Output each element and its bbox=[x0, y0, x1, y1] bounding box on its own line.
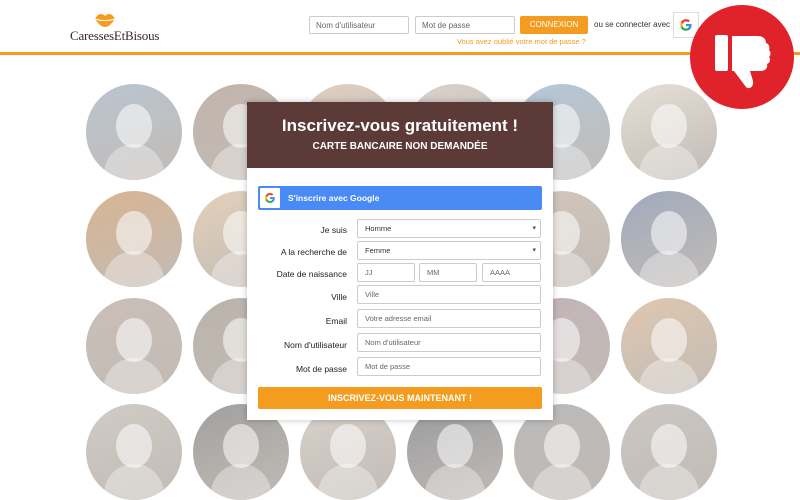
google-icon-box bbox=[260, 188, 280, 208]
birth-year-field[interactable]: AAAA bbox=[482, 263, 541, 282]
username-input[interactable] bbox=[309, 16, 409, 34]
signup-username-field[interactable]: Nom d'utilisateur bbox=[357, 333, 541, 352]
je-suis-value: Homme bbox=[365, 224, 392, 233]
site-header: CaressesEtBisous CONNEXION ou se connect… bbox=[0, 0, 800, 55]
signup-password-field[interactable]: Mot de passe bbox=[357, 357, 541, 376]
google-signup-button[interactable]: S'inscrire avec Google bbox=[258, 186, 542, 210]
email-field[interactable]: Votre adresse email bbox=[357, 309, 541, 328]
google-icon bbox=[265, 193, 275, 203]
label-username: Nom d'utilisateur bbox=[283, 340, 347, 350]
login-button[interactable]: CONNEXION bbox=[520, 16, 588, 34]
site-logo[interactable]: CaressesEtBisous bbox=[70, 12, 170, 46]
signup-title: Inscrivez-vous gratuitement ! bbox=[281, 116, 519, 135]
chevron-down-icon: ▾ bbox=[532, 225, 536, 232]
chevron-down-icon: ▾ bbox=[532, 247, 536, 254]
signup-submit-button[interactable]: INSCRIVEZ-VOUS MAINTENANT ! bbox=[258, 387, 542, 409]
label-naissance: Date de naissance bbox=[276, 269, 347, 279]
forgot-password-link[interactable]: Vous avez oublié votre mot de passe ? bbox=[457, 37, 586, 46]
thumbs-down-icon bbox=[715, 35, 771, 89]
recherche-select[interactable]: Femme ▾ bbox=[357, 241, 541, 260]
logo-text: CaressesEtBisous bbox=[70, 28, 160, 43]
signup-header: Inscrivez-vous gratuitement ! CARTE BANC… bbox=[247, 102, 553, 168]
recherche-value: Femme bbox=[365, 246, 391, 255]
signup-card: Inscrivez-vous gratuitement ! CARTE BANC… bbox=[247, 102, 553, 420]
birth-month-field[interactable]: MM bbox=[419, 263, 477, 282]
google-signup-label: S'inscrire avec Google bbox=[288, 193, 380, 203]
password-input[interactable] bbox=[415, 16, 515, 34]
thumbs-down-badge bbox=[690, 5, 794, 109]
or-connect-text: ou se connecter avec bbox=[594, 20, 671, 29]
label-ville: Ville bbox=[331, 292, 347, 302]
label-je-suis: Je suis bbox=[320, 225, 347, 235]
signup-subtitle: CARTE BANCAIRE NON DEMANDÉE bbox=[312, 141, 488, 152]
label-email: Email bbox=[325, 316, 347, 326]
birth-day-field[interactable]: JJ bbox=[357, 263, 415, 282]
lips-icon bbox=[94, 14, 116, 27]
je-suis-select[interactable]: Homme ▾ bbox=[357, 219, 541, 238]
ville-field[interactable]: Ville bbox=[357, 285, 541, 304]
label-recherche: A la recherche de bbox=[280, 247, 347, 257]
label-password: Mot de passe bbox=[295, 364, 347, 374]
